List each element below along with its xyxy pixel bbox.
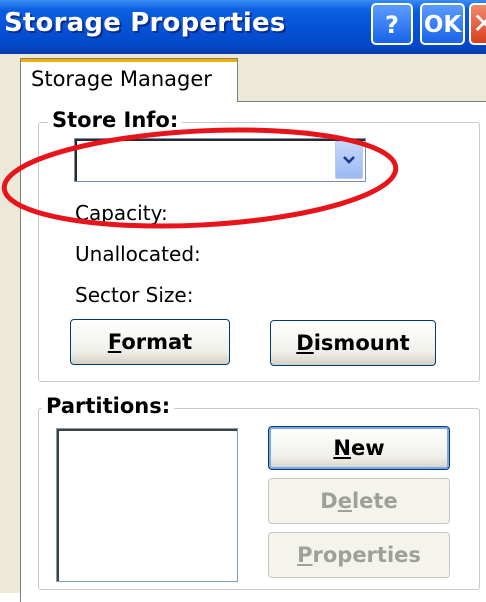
format-label-rest: ormat: [121, 330, 193, 354]
title-bar[interactable]: Storage Properties ? OK ✕: [0, 0, 486, 54]
delete-label-pre: D: [320, 489, 338, 513]
format-mnemonic: F: [107, 330, 122, 354]
help-button[interactable]: ?: [371, 3, 413, 45]
delete-partition-button[interactable]: Delete: [268, 478, 450, 524]
tab-storage-manager[interactable]: Storage Manager: [20, 58, 238, 102]
store-select[interactable]: [74, 138, 366, 182]
properties-mnemonic: P: [297, 543, 313, 567]
dismount-label-rest: ismount: [313, 331, 410, 355]
new-partition-button[interactable]: New: [268, 426, 450, 470]
store-info-legend: Store Info:: [48, 108, 183, 132]
unallocated-label: Unallocated:: [75, 242, 201, 266]
dismount-button[interactable]: Dismount: [270, 320, 436, 366]
partition-properties-button[interactable]: Properties: [268, 532, 450, 578]
window-title: Storage Properties: [4, 8, 286, 38]
ok-button[interactable]: OK: [420, 3, 465, 45]
new-label-rest: ew: [350, 436, 385, 460]
storage-properties-window: Storage Properties ? OK ✕ Storage Manage…: [0, 0, 486, 602]
chevron-down-icon: [343, 156, 355, 164]
capacity-label: Capacity:: [75, 201, 168, 225]
close-button[interactable]: ✕: [469, 3, 486, 45]
sector-size-label: Sector Size:: [75, 283, 194, 307]
properties-label-rest: roperties: [312, 543, 421, 567]
format-button[interactable]: Format: [70, 319, 230, 365]
dismount-mnemonic: D: [296, 331, 314, 355]
partitions-legend: Partitions:: [42, 394, 175, 418]
new-mnemonic: N: [333, 436, 351, 460]
delete-mnemonic: e: [337, 489, 352, 513]
delete-label-rest: lete: [351, 489, 398, 513]
store-select-dropdown-button[interactable]: [335, 141, 363, 179]
partitions-list[interactable]: [56, 428, 238, 582]
